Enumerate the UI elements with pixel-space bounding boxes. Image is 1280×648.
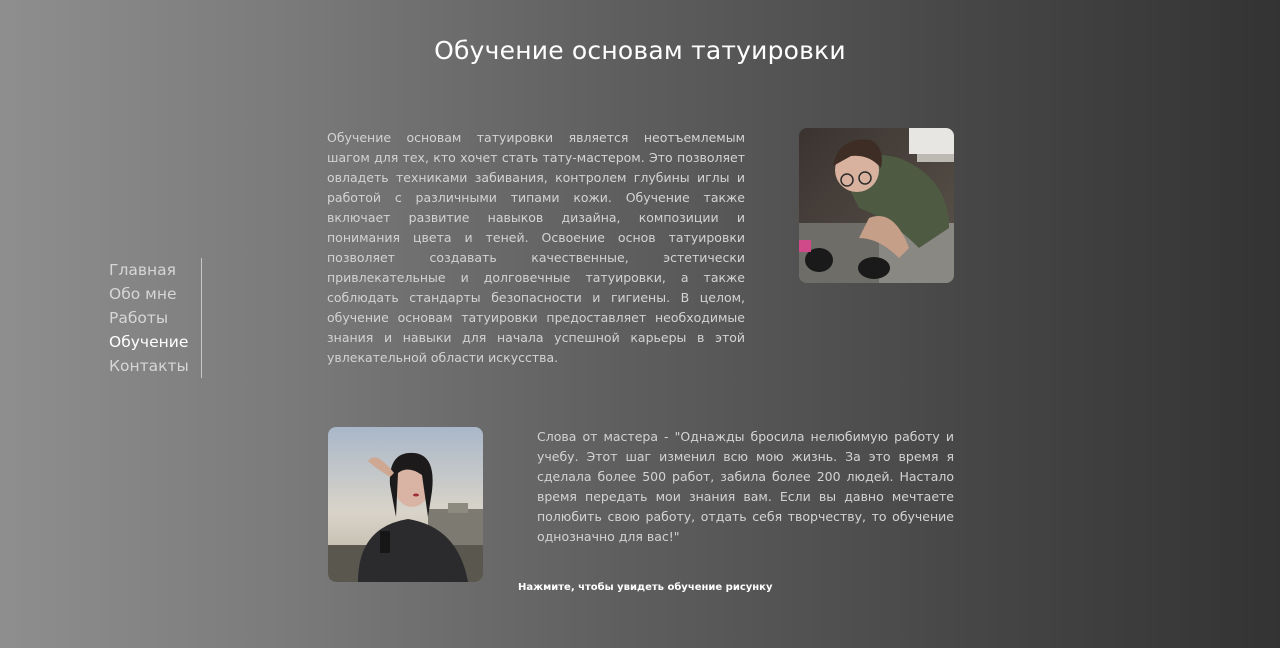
drawing-training-link[interactable]: Нажмите, чтобы увидеть обучение рисунку <box>518 582 772 593</box>
nav-item-about[interactable]: Обо мне <box>109 282 201 306</box>
nav-item-home[interactable]: Главная <box>109 258 201 282</box>
intro-paragraph: Обучение основам татуировки является нео… <box>327 130 745 365</box>
nav-item-contacts[interactable]: Контакты <box>109 354 201 378</box>
page-title: Обучение основам татуировки <box>434 36 846 65</box>
master-quote-paragraph: Слова от мастера - "Однажды бросила нелю… <box>537 429 954 544</box>
nav-item-works[interactable]: Работы <box>109 306 201 330</box>
tattoo-master-portrait-photo <box>328 427 483 582</box>
nav-item-training[interactable]: Обучение <box>109 330 201 354</box>
tattoo-artist-working-photo <box>799 128 954 283</box>
side-navigation: Главная Обо мне Работы Обучение Контакты <box>109 258 202 378</box>
